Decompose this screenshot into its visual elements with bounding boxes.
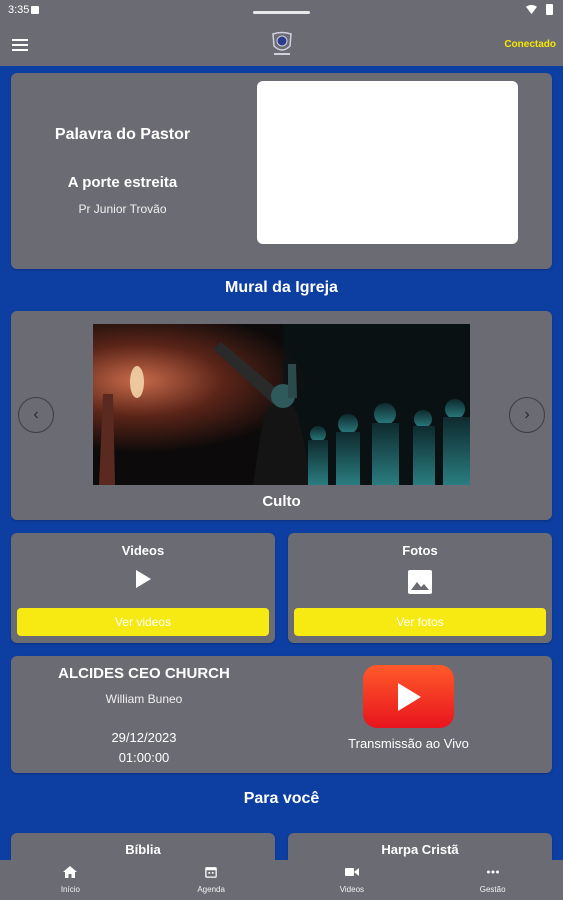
app-bar: Conectado [0,24,563,66]
pastor-word-card[interactable]: Palavra do Pastor A porte estreita Pr Ju… [11,73,552,269]
system-status-bar: 3:35 [0,0,563,24]
youtube-live-button[interactable] [363,665,454,728]
nav-item-management[interactable]: Gestão [422,860,563,900]
carousel-next-button[interactable]: › [509,397,545,433]
image-icon [408,570,432,594]
nav-label-videos: Videos [339,885,365,894]
pastor-word-author: Pr Junior Trovão [78,202,167,216]
carousel-image[interactable] [93,324,470,485]
play-icon [136,570,151,588]
videos-card[interactable]: Videos Ver videos [11,533,275,643]
wifi-icon [526,4,537,15]
youtube-play-icon [397,682,421,711]
mural-carousel[interactable]: ‹ › Culto [11,311,552,520]
more-horizontal-icon [486,870,499,874]
bible-label: Bíblia [125,842,161,857]
bible-card[interactable]: Bíblia [11,833,275,860]
live-church-name: ALCIDES CEO CHURCH [58,665,230,682]
battery-icon [546,4,553,15]
nav-label-management: Gestão [479,885,506,894]
notification-icon [31,6,39,14]
live-date: 29/12/2023 [111,730,177,745]
home-content[interactable]: Palavra do Pastor A porte estreita Pr Ju… [0,66,563,860]
pastor-word-image [257,81,518,244]
photos-label: Fotos [402,543,438,558]
nav-item-home[interactable]: Início [0,860,141,900]
nav-label-home: Início [60,885,80,894]
status-time: 3:35 [8,4,30,16]
drag-handle [253,11,310,14]
connection-status: Conectado [504,39,556,50]
video-camera-icon [344,868,359,876]
hymnal-label: Harpa Cristã [381,842,459,857]
for-you-section-title: Para você [243,790,320,807]
live-time: 01:00:00 [118,750,170,765]
mural-section-title: Mural da Igreja [225,279,338,296]
see-videos-button[interactable]: Ver videos [17,608,269,636]
live-stream-card[interactable]: ALCIDES CEO CHURCH William Buneo 29/12/2… [11,656,552,773]
nav-label-agenda: Agenda [197,885,225,894]
nav-item-agenda[interactable]: Agenda [141,860,282,900]
hymnal-card[interactable]: Harpa Cristã [288,833,552,860]
see-photos-button[interactable]: Ver fotos [294,608,546,636]
bottom-navigation: Início Agenda Videos Gestão [0,860,563,900]
worship-photo [93,324,470,485]
live-pastor-name: William Buneo [105,692,183,706]
pastor-word-heading: Palavra do Pastor [54,126,191,143]
pastor-word-title: A porte estreita [67,174,178,191]
calendar-icon [205,867,217,878]
nav-item-videos[interactable]: Videos [282,860,423,900]
videos-label: Videos [121,543,165,558]
home-icon [63,866,78,878]
menu-icon[interactable] [12,39,28,51]
carousel-prev-button[interactable]: ‹ [18,397,54,433]
live-caption: Transmissão ao Vivo [348,736,469,751]
photos-card[interactable]: Fotos Ver fotos [288,533,552,643]
church-logo [272,31,292,55]
carousel-caption: Culto [262,493,301,510]
